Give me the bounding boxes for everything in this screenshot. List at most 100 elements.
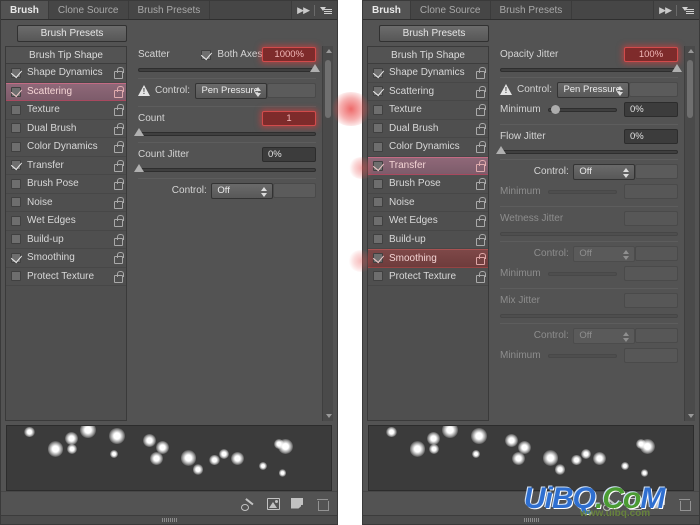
list-item-build-up[interactable]: Build-up — [6, 231, 126, 249]
open-padlock-icon[interactable] — [475, 141, 486, 154]
toggle-brush-icon[interactable] — [241, 497, 256, 511]
brush-tip-shape-header[interactable]: Brush Tip Shape — [6, 47, 126, 64]
checkbox-wet-edges[interactable] — [11, 215, 21, 226]
scatter-control-extra-field[interactable] — [266, 83, 317, 98]
open-padlock-icon[interactable] — [113, 233, 124, 246]
checkbox-scattering[interactable] — [373, 86, 383, 97]
checkbox-transfer[interactable] — [373, 160, 383, 171]
flow-control-extra-field[interactable] — [634, 164, 678, 179]
checkbox-transfer[interactable] — [11, 160, 21, 171]
open-padlock-icon[interactable] — [475, 196, 486, 209]
panel-menu-icon[interactable] — [320, 5, 332, 15]
checkbox-texture[interactable] — [373, 104, 383, 115]
open-padlock-icon[interactable] — [475, 233, 486, 246]
open-padlock-icon[interactable] — [475, 160, 486, 173]
tab-clone-source[interactable]: Clone Source — [48, 1, 129, 19]
opacity-jitter-slider[interactable] — [500, 64, 682, 72]
settings-scrollbar-left[interactable] — [322, 46, 333, 421]
panel-menu-icon[interactable] — [682, 5, 694, 15]
open-padlock-icon[interactable] — [113, 122, 124, 135]
list-item-noise[interactable]: Noise — [6, 194, 126, 212]
checkbox-dual-brush[interactable] — [373, 123, 383, 134]
list-item-transfer[interactable]: Transfer — [6, 157, 126, 175]
tab-brush-presets[interactable]: Brush Presets — [490, 1, 573, 19]
count-slider[interactable] — [134, 128, 316, 136]
list-item-texture[interactable]: Texture — [6, 101, 126, 120]
list-item-shape-dynamics[interactable]: Shape Dynamics — [368, 64, 488, 83]
checkbox-noise[interactable] — [11, 197, 21, 208]
list-item-brush-pose[interactable]: Brush Pose — [6, 175, 126, 194]
checkbox-both-axes[interactable] — [201, 49, 212, 60]
open-padlock-icon[interactable] — [113, 178, 124, 191]
preview-image-icon[interactable] — [629, 497, 642, 510]
delete-brush-icon[interactable] — [317, 498, 329, 511]
scrollbar-thumb[interactable] — [325, 60, 331, 118]
list-item-smoothing[interactable]: Smoothing — [6, 249, 126, 268]
checkbox-protect-texture[interactable] — [11, 271, 21, 282]
tab-brush[interactable]: Brush — [1, 1, 49, 19]
list-item-noise[interactable]: Noise — [368, 194, 488, 212]
panel-resize-bar[interactable] — [363, 515, 699, 524]
opacity-jitter-value-field[interactable]: 100% — [624, 47, 678, 62]
brush-presets-button[interactable]: Brush Presets — [379, 24, 489, 42]
checkbox-color-dynamics[interactable] — [11, 141, 21, 152]
open-padlock-icon[interactable] — [113, 270, 124, 283]
open-padlock-icon[interactable] — [113, 196, 124, 209]
opacity-control-select[interactable]: Pen Pressure — [557, 81, 629, 98]
count-jitter-slider[interactable] — [134, 164, 316, 172]
checkbox-protect-texture[interactable] — [373, 271, 383, 282]
tab-brush-presets[interactable]: Brush Presets — [128, 1, 211, 19]
open-padlock-icon[interactable] — [475, 215, 486, 228]
checkbox-scattering[interactable] — [11, 86, 21, 97]
checkbox-texture[interactable] — [11, 104, 21, 115]
list-item-wet-edges[interactable]: Wet Edges — [6, 212, 126, 231]
checkbox-smoothing[interactable] — [11, 252, 21, 263]
list-item-dual-brush[interactable]: Dual Brush — [6, 120, 126, 138]
count-value-field[interactable]: 1 — [262, 111, 316, 126]
checkbox-noise[interactable] — [373, 197, 383, 208]
count-jitter-value-field[interactable]: 0% — [262, 147, 316, 162]
checkbox-brush-pose[interactable] — [11, 178, 21, 189]
list-item-color-dynamics[interactable]: Color Dynamics — [6, 138, 126, 157]
list-item-protect-texture[interactable]: Protect Texture — [6, 268, 126, 286]
checkbox-brush-pose[interactable] — [373, 178, 383, 189]
checkbox-build-up[interactable] — [11, 234, 21, 245]
count-jitter-control-select[interactable]: Off — [211, 182, 273, 199]
checkbox-smoothing[interactable] — [373, 253, 383, 264]
open-padlock-icon[interactable] — [475, 270, 486, 283]
tab-brush[interactable]: Brush — [363, 1, 411, 19]
tab-clone-source[interactable]: Clone Source — [410, 1, 491, 19]
brush-presets-button[interactable]: Brush Presets — [17, 24, 127, 42]
scatter-control-select[interactable]: Pen Pressure — [195, 82, 267, 99]
panel-resize-bar[interactable] — [1, 515, 337, 524]
checkbox-color-dynamics[interactable] — [373, 141, 383, 152]
list-item-brush-pose[interactable]: Brush Pose — [368, 175, 488, 194]
open-padlock-icon[interactable] — [113, 159, 124, 172]
open-padlock-icon[interactable] — [475, 122, 486, 135]
scroll-up-arrow-icon[interactable] — [688, 49, 694, 53]
double-arrow-right-icon[interactable]: ▶▶ — [659, 5, 672, 16]
flow-jitter-slider[interactable] — [496, 146, 678, 154]
preview-image-icon[interactable] — [267, 497, 280, 510]
open-padlock-icon[interactable] — [475, 67, 486, 80]
open-padlock-icon[interactable] — [475, 85, 486, 98]
open-padlock-icon[interactable] — [113, 67, 124, 80]
opacity-minimum-slider[interactable] — [547, 105, 617, 114]
scroll-up-arrow-icon[interactable] — [326, 49, 332, 53]
open-padlock-icon[interactable] — [475, 178, 486, 191]
list-item-transfer[interactable]: Transfer — [368, 156, 488, 175]
double-arrow-right-icon[interactable]: ▶▶ — [297, 5, 310, 16]
scatter-slider[interactable] — [138, 64, 320, 72]
open-padlock-icon[interactable] — [475, 252, 486, 265]
list-item-build-up[interactable]: Build-up — [368, 231, 488, 249]
open-padlock-icon[interactable] — [113, 215, 124, 228]
new-brush-icon[interactable] — [291, 497, 306, 511]
checkbox-wet-edges[interactable] — [373, 215, 383, 226]
brush-tip-shape-header[interactable]: Brush Tip Shape — [368, 47, 488, 64]
scroll-down-arrow-icon[interactable] — [326, 414, 332, 418]
open-padlock-icon[interactable] — [113, 104, 124, 117]
flow-jitter-value-field[interactable]: 0% — [624, 129, 678, 144]
flow-control-select[interactable]: Off — [573, 163, 635, 180]
opacity-minimum-slider-knob[interactable] — [550, 105, 560, 114]
count-jitter-control-extra-field[interactable] — [272, 183, 316, 198]
